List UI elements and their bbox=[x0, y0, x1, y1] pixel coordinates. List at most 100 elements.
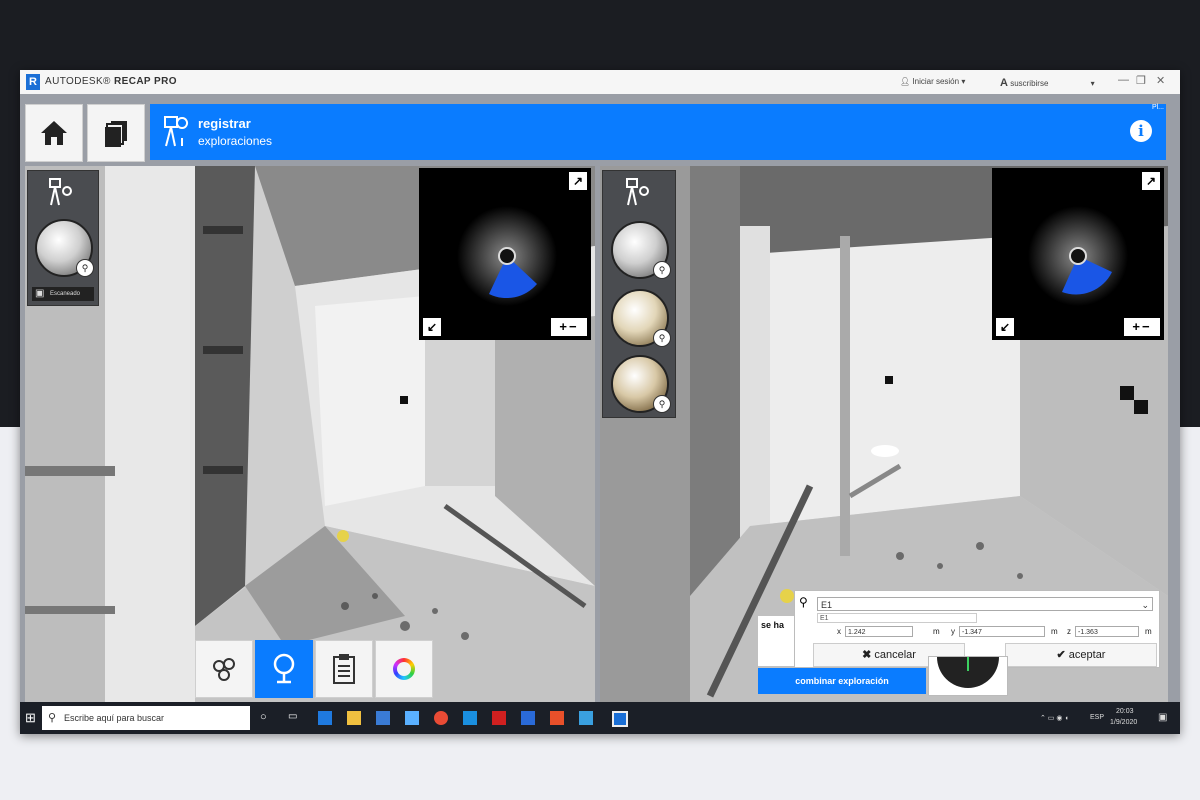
cube-icon: ▣ bbox=[35, 288, 45, 299]
info-icon[interactable]: i bbox=[1130, 120, 1152, 142]
minimap-view bbox=[457, 206, 557, 306]
home-button[interactable] bbox=[25, 104, 83, 162]
autodesk-a-icon[interactable] bbox=[463, 711, 477, 725]
target-search-input[interactable]: E1 ⌄ bbox=[817, 597, 1153, 611]
close-icon: ✖ bbox=[862, 649, 872, 661]
level-indicator bbox=[928, 656, 1008, 696]
register-scans-icon bbox=[164, 116, 189, 147]
left-scan-view[interactable]: ⚲ ▣ Escaneado ↗ ↙ +− bbox=[25, 166, 595, 702]
windows-taskbar: ⊞ ⚲ Escribe aquí para buscar ○ ▭ ⌃ ▭ ◉ ◖… bbox=[20, 702, 1180, 734]
login-link[interactable]: 👤︎ Iniciar sesión ▾ bbox=[900, 77, 965, 86]
recap-logo-icon: R bbox=[26, 74, 40, 90]
mail-icon[interactable] bbox=[405, 711, 419, 725]
zoom-controls[interactable]: +− bbox=[551, 318, 587, 336]
notifications-icon[interactable]: ▣ bbox=[1158, 712, 1167, 723]
chevron-down-icon: ▾ bbox=[1090, 79, 1095, 88]
left-scan-list: ⚲ ▣ Escaneado bbox=[27, 170, 99, 306]
projects-button[interactable] bbox=[87, 104, 145, 162]
task-view-icon[interactable]: ▭ bbox=[288, 711, 302, 725]
toolbar: registrar exploraciones Pl... i bbox=[20, 94, 1180, 166]
home-icon bbox=[41, 121, 67, 145]
minimap-view bbox=[1028, 206, 1128, 306]
z-unit: m bbox=[1145, 627, 1152, 636]
chrome-icon[interactable] bbox=[434, 711, 448, 725]
expand-icon[interactable]: ↗ bbox=[569, 172, 587, 190]
clock-time[interactable]: 20:03 bbox=[1116, 708, 1134, 715]
tray-icons[interactable]: ⌃ ▭ ◉ ◖ bbox=[1040, 714, 1069, 722]
app-icon[interactable] bbox=[550, 711, 564, 725]
y-label: y bbox=[951, 627, 955, 636]
x-label: x bbox=[837, 627, 841, 636]
collapse-icon[interactable]: ↙ bbox=[423, 318, 441, 336]
z-field[interactable]: -1.363 bbox=[1075, 626, 1139, 637]
target-sub-field[interactable]: E1 bbox=[817, 613, 977, 623]
subscribe-link[interactable]: A suscribirse ▾ bbox=[1000, 77, 1095, 89]
taskbar-search-placeholder: Escribe aquí para buscar bbox=[64, 713, 165, 723]
search-icon: ⚲ bbox=[48, 712, 57, 724]
x-field[interactable]: 1.242 bbox=[845, 626, 913, 637]
app-window: R AUTODESK® RECAP PRO 👤︎ Iniciar sesión … bbox=[20, 70, 1180, 734]
chevron-down-icon: ▾ bbox=[961, 77, 966, 86]
collapse-icon[interactable]: ↙ bbox=[996, 318, 1014, 336]
left-minimap[interactable]: ↗ ↙ +− bbox=[419, 168, 591, 340]
check-icon: ✔ bbox=[1056, 649, 1066, 661]
autodesk-icon: A bbox=[1000, 77, 1008, 89]
maximize-button[interactable]: ❐ bbox=[1136, 74, 1146, 87]
status-note: se ha bbox=[758, 616, 794, 666]
color-tool-button[interactable] bbox=[375, 640, 433, 698]
recap-taskbar-icon[interactable] bbox=[612, 711, 628, 727]
language-indicator[interactable]: ESP bbox=[1090, 714, 1104, 721]
taskbar-search-input[interactable]: ⚲ Escribe aquí para buscar bbox=[42, 706, 250, 730]
app-icon[interactable] bbox=[521, 711, 535, 725]
brand-recap-pro: RECAP PRO bbox=[114, 76, 177, 87]
merge-scans-button[interactable]: combinar exploración bbox=[758, 668, 926, 694]
edge-icon[interactable] bbox=[318, 711, 332, 725]
target-tool-button[interactable] bbox=[255, 640, 313, 698]
level-dial-icon bbox=[937, 657, 999, 688]
brand-autodesk: AUTODESK® bbox=[45, 76, 111, 87]
header-bar: registrar exploraciones Pl... i bbox=[150, 104, 1166, 160]
register-scans-icon bbox=[626, 178, 649, 206]
cancel-label: cancelar bbox=[874, 649, 916, 661]
report-tool-button[interactable] bbox=[315, 640, 373, 698]
documents-icon bbox=[105, 121, 127, 147]
right-minimap[interactable]: ↗ ↙ +− bbox=[992, 168, 1164, 340]
app-title: AUTODESK® RECAP PRO bbox=[45, 76, 177, 87]
app-icon[interactable] bbox=[579, 711, 593, 725]
cortana-icon[interactable]: ○ bbox=[260, 711, 274, 725]
user-icon: 👤︎ bbox=[900, 77, 911, 86]
scan-label-bar: ▣ Escaneado bbox=[32, 287, 94, 301]
clock-date[interactable]: 1/9/2020 bbox=[1110, 719, 1137, 726]
target-search-value: E1 bbox=[821, 600, 833, 610]
page-subtitle: exploraciones bbox=[198, 134, 273, 148]
scan-target-icon: ⚲ bbox=[653, 329, 671, 347]
y-field[interactable]: -1.347 bbox=[959, 626, 1045, 637]
title-bar: R AUTODESK® RECAP PRO 👤︎ Iniciar sesión … bbox=[20, 70, 1180, 95]
pin-icon bbox=[273, 653, 295, 684]
x-unit: m bbox=[933, 627, 940, 636]
close-button[interactable]: ✕ bbox=[1156, 74, 1165, 87]
scan-target-icon: ⚲ bbox=[653, 261, 671, 279]
store-icon[interactable] bbox=[376, 711, 390, 725]
minimize-button[interactable]: — bbox=[1118, 74, 1129, 86]
chevron-down-icon: ⌄ bbox=[1141, 600, 1149, 610]
page-title: registrar bbox=[198, 116, 251, 131]
scans-icon bbox=[213, 658, 235, 681]
zoom-controls[interactable]: +− bbox=[1124, 318, 1160, 336]
subscribe-label: suscribirse bbox=[1010, 79, 1049, 88]
scan-target-icon: ⚲ bbox=[653, 395, 671, 413]
expand-icon[interactable]: ↗ bbox=[1142, 172, 1160, 190]
scans-tool-button[interactable] bbox=[195, 640, 253, 698]
right-scan-list: ⚲ ⚲ ⚲ bbox=[602, 170, 676, 418]
accept-button[interactable]: ✔ aceptar bbox=[1005, 643, 1157, 667]
z-label: z bbox=[1067, 627, 1071, 636]
register-scans-icon bbox=[49, 178, 72, 206]
search-icon: ⚲ bbox=[799, 595, 808, 609]
y-unit: m bbox=[1051, 627, 1058, 636]
login-label: Iniciar sesión bbox=[912, 77, 960, 86]
accept-label: aceptar bbox=[1068, 649, 1106, 661]
clipboard-icon bbox=[333, 654, 355, 684]
file-explorer-icon[interactable] bbox=[347, 711, 361, 725]
windows-start-icon[interactable]: ⊞ bbox=[25, 710, 36, 726]
autodesk-app-icon[interactable] bbox=[492, 711, 506, 725]
